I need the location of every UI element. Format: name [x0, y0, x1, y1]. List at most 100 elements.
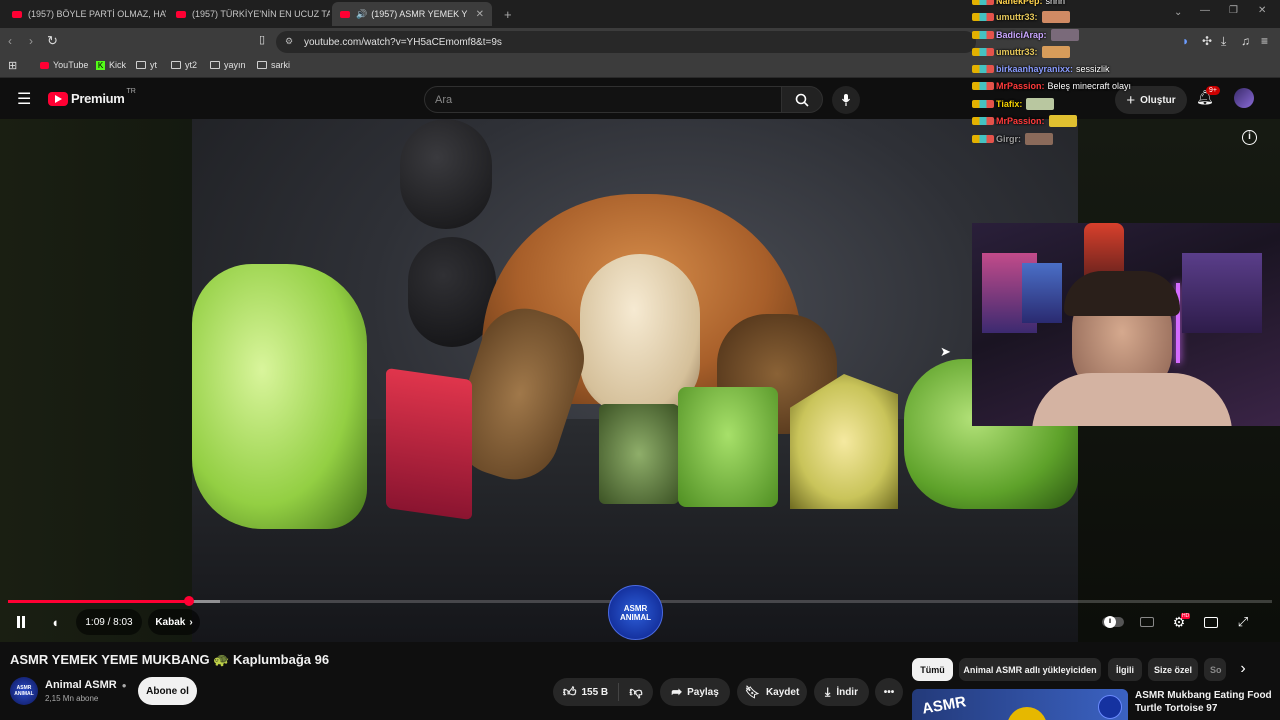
more-actions-button[interactable]: ••• — [875, 678, 903, 706]
hamburger-menu-icon[interactable]: ☰ — [17, 89, 31, 109]
thumbnail-text: ASMR — [920, 693, 968, 718]
notifications-button[interactable]: 🔔︎ 9+ — [1196, 86, 1220, 106]
forward-icon[interactable]: › — [29, 34, 33, 48]
browser-tab-1[interactable]: (1957) BÖYLE PARTİ OLMAZ, HAVUZ... — [4, 2, 166, 26]
apps-grid-icon[interactable]: ⊞ — [8, 59, 17, 72]
chips-next-icon[interactable]: › — [1232, 660, 1254, 680]
restore-icon[interactable]: ❐ — [1229, 5, 1238, 16]
subtitles-button[interactable] — [1136, 612, 1158, 632]
avatar[interactable] — [1234, 88, 1254, 108]
tab-title: (1957) ASMR YEMEK YEME M... — [371, 9, 468, 19]
bookmark-folder-yayin[interactable]: yayın — [210, 60, 246, 70]
chat-message: MrPassion: Beleş minecraft olayı — [972, 81, 1131, 91]
subscribe-button[interactable]: Abone ol — [138, 677, 197, 705]
download-button[interactable]: ⤓ İndir — [814, 678, 869, 706]
channel-avatar-text: ASMR ANIMAL — [14, 685, 34, 697]
chat-message: birkaanhayranixx: sessizlik — [972, 64, 1110, 74]
bookmark-star-icon[interactable]: ▯ — [259, 33, 265, 46]
miniplayer-button[interactable] — [1200, 612, 1222, 632]
chip-all[interactable]: Tümü — [912, 658, 953, 681]
like-dislike-group: 👍︎ 155 B 👎︎ — [553, 678, 653, 706]
share-button[interactable]: ➦ Paylaş — [660, 678, 730, 706]
video-frame[interactable] — [192, 119, 1078, 642]
microphone-foam-top — [400, 119, 492, 229]
bookmark-folder-yt[interactable]: yt — [136, 60, 157, 70]
bookmark-folder-yt2[interactable]: yt2 — [171, 60, 197, 70]
chip-from-uploader[interactable]: Animal ASMR adlı yükleyiciden — [959, 658, 1101, 681]
close-tab-icon[interactable]: ✕ — [476, 9, 484, 20]
chat-message: Girgr: — [972, 133, 1054, 145]
audio-icon[interactable]: ◗ — [1182, 34, 1189, 48]
search-icon — [795, 93, 809, 107]
site-info-icon[interactable]: ⚙ — [285, 36, 293, 47]
like-button[interactable]: 👍︎ 155 B — [553, 683, 619, 701]
chat-username: umuttr33: — [996, 12, 1038, 22]
toggle-track: Ⅱ — [1102, 616, 1124, 628]
chat-emote-icon — [1041, 46, 1070, 58]
settings-button[interactable]: ⚙ HD — [1168, 612, 1191, 632]
browser-tab-2[interactable]: (1957) TÜRKİYE'NİN EN UCUZ TAVUK... — [168, 2, 330, 26]
chat-message: umuttr33: — [972, 11, 1070, 23]
search-input[interactable]: Ara — [424, 86, 782, 113]
chat-badges-icon — [972, 135, 994, 143]
search-button[interactable] — [781, 86, 823, 113]
download-icon[interactable]: ⤓ — [1221, 34, 1226, 49]
chat-message: MrPassion: — [972, 115, 1077, 127]
minimize-icon[interactable]: — — [1200, 5, 1210, 16]
fullscreen-icon: ⤢ — [1237, 614, 1249, 629]
chapter-button[interactable]: Kabak › — [148, 609, 200, 635]
tab-title: (1957) BÖYLE PARTİ OLMAZ, HAVUZ... — [28, 9, 166, 19]
zucchini-piece — [599, 404, 679, 504]
chat-badges-icon — [972, 65, 994, 73]
chip-for-you[interactable]: Size özel — [1148, 658, 1198, 681]
youtube-favicon-icon — [340, 10, 350, 18]
youtube-favicon-icon — [12, 10, 22, 18]
folder-icon — [171, 61, 181, 69]
extensions-icon[interactable]: ✣ — [1202, 34, 1212, 48]
back-icon[interactable]: ‹ — [8, 34, 12, 48]
voice-search-button[interactable] — [832, 86, 860, 114]
hd-badge: HD — [1181, 613, 1191, 619]
address-bar[interactable]: ⚙ youtube.com/watch?v=YH5aCEmomf8&t=9s — [276, 31, 976, 53]
chat-username: BadiciArap: — [996, 30, 1047, 40]
chat-message: BadiciArap: — [972, 29, 1079, 41]
new-tab-button[interactable]: + — [496, 2, 520, 26]
close-window-icon[interactable]: ✕ — [1258, 5, 1266, 16]
chip-related[interactable]: İlgili — [1108, 658, 1142, 681]
pause-button[interactable] — [8, 609, 34, 635]
chip-more[interactable]: So — [1204, 658, 1226, 681]
reload-icon[interactable]: ↻ — [47, 33, 58, 49]
bookmark-kick[interactable]: K Kick — [96, 60, 126, 70]
chat-message: Tiafix: — [972, 98, 1055, 110]
chat-badges-icon — [972, 0, 994, 5]
chat-text: sessizlik — [1076, 64, 1110, 74]
save-button[interactable]: 🔖︎ Kaydet — [737, 678, 807, 706]
youtube-premium-logo[interactable]: Premium TR — [48, 88, 136, 106]
channel-name[interactable]: Animal ASMR ● — [45, 679, 127, 691]
bookmark-folder-sarki[interactable]: sarki — [257, 60, 290, 70]
chat-username: NanekPep: — [996, 0, 1043, 6]
microphone-icon — [842, 94, 850, 106]
progress-scrubber[interactable] — [183, 596, 194, 606]
fullscreen-button[interactable]: ⤢ — [1232, 612, 1254, 632]
recommendation-thumbnail[interactable]: ASMR — [912, 689, 1128, 720]
channel-watermark[interactable]: ASMR ANIMAL — [608, 585, 663, 640]
dislike-button[interactable]: 👎︎ — [619, 684, 653, 700]
tab-search-icon[interactable]: ⌄ — [1174, 7, 1182, 18]
chat-emote-icon — [1026, 98, 1055, 110]
chat-message: umuttr33: — [972, 46, 1070, 58]
browser-tab-active[interactable]: 🔊 (1957) ASMR YEMEK YEME M... ✕ — [332, 2, 492, 26]
info-icon[interactable]: i — [1242, 130, 1257, 145]
chat-badges-icon — [972, 48, 994, 56]
download-icon: ⤓ — [825, 684, 831, 699]
channel-avatar[interactable]: ASMR ANIMAL — [10, 677, 38, 705]
volume-button[interactable]: ◖ — [42, 609, 68, 635]
chat-username: birkaanhayranixx: — [996, 64, 1074, 74]
autoplay-toggle[interactable]: Ⅱ — [1100, 614, 1126, 630]
bookmark-youtube[interactable]: YouTube — [40, 60, 88, 70]
recommendation-title[interactable]: ASMR Mukbang Eating Food Turtle Tortoise… — [1135, 689, 1275, 715]
media-icon[interactable]: ♫ — [1241, 34, 1250, 48]
folder-icon — [136, 61, 146, 69]
share-icon: ➦ — [671, 684, 683, 699]
menu-icon[interactable]: ≡ — [1261, 34, 1268, 48]
